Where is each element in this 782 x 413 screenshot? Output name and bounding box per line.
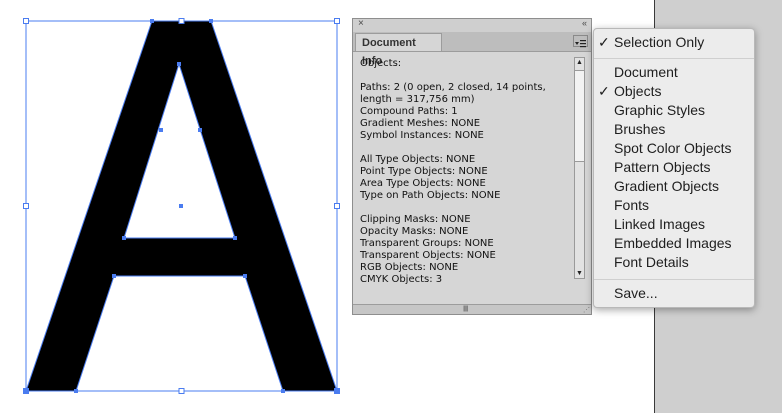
menu-item-fonts[interactable]: Fonts	[594, 196, 754, 215]
anchor-point[interactable]	[122, 236, 126, 240]
menu-item-label: Fonts	[614, 197, 650, 213]
panel-menu-button[interactable]	[573, 35, 588, 48]
handle-middle-left[interactable]	[23, 203, 29, 209]
menu-item-gradient-objects[interactable]: Gradient Objects	[594, 177, 754, 196]
handle-top-left[interactable]	[23, 18, 29, 24]
menu-item-linked-images[interactable]: Linked Images	[594, 215, 754, 234]
collapse-icon[interactable]: «	[582, 18, 587, 28]
anchor-point[interactable]	[177, 62, 181, 66]
handle-bottom-center[interactable]	[178, 388, 185, 394]
footer-grip-icon: ||||||||	[463, 306, 469, 312]
anchor-point[interactable]	[24, 389, 28, 393]
anchor-point[interactable]	[198, 128, 202, 132]
menu-item-label: Save...	[614, 285, 658, 301]
close-icon[interactable]: ×	[358, 18, 364, 29]
scrollbar-thumb[interactable]	[575, 70, 584, 162]
panel-flyout-menu: ✓ Selection Only Document ✓ Objects Graphic S…	[593, 28, 755, 308]
panel-tab-row: Document Info	[353, 32, 591, 67]
menu-item-label: Pattern Objects	[614, 159, 711, 175]
panel-footer: |||||||| ⋰	[353, 304, 591, 314]
menu-item-label: Brushes	[614, 121, 666, 137]
menu-separator	[594, 58, 754, 59]
menu-item-label: Font Details	[614, 254, 689, 270]
menu-item-selection-only[interactable]: ✓ Selection Only	[594, 33, 754, 52]
menu-item-label: Gradient Objects	[614, 178, 720, 194]
menu-item-label: Graphic Styles	[614, 102, 706, 118]
center-point	[179, 204, 183, 208]
resize-grip-icon[interactable]: ⋰	[583, 306, 590, 314]
scroll-down-arrow-icon[interactable]: ▼	[576, 270, 583, 277]
document-info-text: Objects: Paths: 2 (0 open, 2 closed, 14 …	[360, 58, 546, 285]
anchor-point[interactable]	[233, 236, 237, 240]
panel-titlebar[interactable]: × «	[353, 18, 591, 33]
handle-top-center[interactable]	[178, 18, 185, 24]
anchor-point[interactable]	[281, 389, 285, 393]
menu-item-label: Spot Color Objects	[614, 140, 732, 156]
anchor-point[interactable]	[335, 389, 339, 393]
menu-item-font-details[interactable]: Font Details	[594, 253, 754, 272]
anchor-point[interactable]	[112, 274, 116, 278]
menu-item-document[interactable]: Document	[594, 63, 754, 82]
menu-item-objects[interactable]: ✓ Objects	[594, 82, 754, 101]
menu-item-label: Embedded Images	[614, 235, 732, 251]
menu-item-label: Linked Images	[614, 216, 706, 232]
menu-item-pattern-objects[interactable]: Pattern Objects	[594, 158, 754, 177]
scroll-up-arrow-icon[interactable]: ▲	[576, 59, 583, 66]
checkmark-icon: ✓	[598, 34, 610, 50]
anchor-point[interactable]	[243, 274, 247, 278]
anchor-point[interactable]	[74, 389, 78, 393]
document-info-content: Objects: Paths: 2 (0 open, 2 closed, 14 …	[353, 53, 571, 305]
menu-item-save[interactable]: Save...	[594, 284, 754, 303]
menu-item-embedded-images[interactable]: Embedded Images	[594, 234, 754, 253]
document-info-panel: × « Document Info Objects: Paths: 2 (0 o…	[352, 18, 592, 315]
handle-middle-right[interactable]	[334, 203, 340, 209]
menu-item-label: Document	[614, 64, 678, 80]
menu-item-brushes[interactable]: Brushes	[594, 120, 754, 139]
menu-item-graphic-styles[interactable]: Graphic Styles	[594, 101, 754, 120]
anchor-point[interactable]	[159, 128, 163, 132]
anchor-point[interactable]	[209, 19, 213, 23]
panel-menu-icon	[575, 40, 586, 48]
menu-separator	[594, 279, 754, 280]
menu-item-label: Objects	[614, 83, 662, 99]
checkmark-icon: ✓	[598, 83, 610, 99]
menu-item-label: Selection Only	[614, 34, 705, 50]
menu-item-spot-color-objects[interactable]: Spot Color Objects	[594, 139, 754, 158]
vertical-scrollbar[interactable]: ▲ ▼	[574, 57, 585, 279]
anchor-point[interactable]	[150, 19, 154, 23]
handle-top-right[interactable]	[334, 18, 340, 24]
tab-document-info[interactable]: Document Info	[355, 33, 442, 67]
